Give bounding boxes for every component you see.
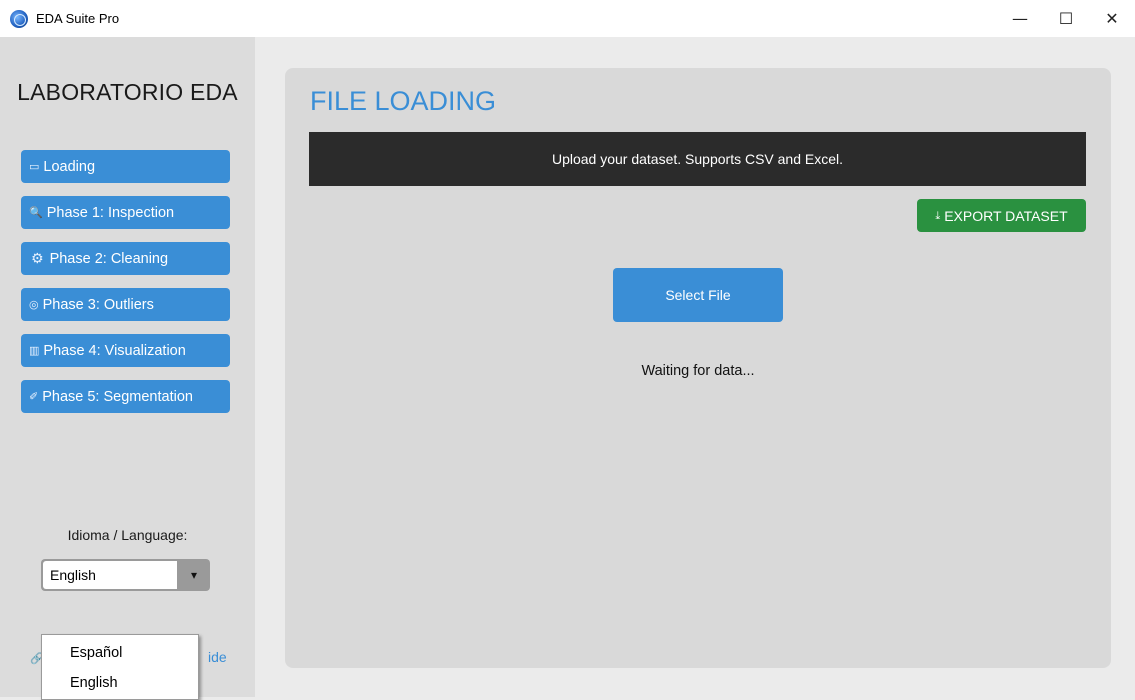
language-option-spanish[interactable]: Español (70, 645, 122, 661)
folder-icon: ▭ (29, 160, 40, 173)
info-banner-text: Upload your dataset. Supports CSV and Ex… (551, 151, 844, 167)
sidebar-item-label: Phase 5: Segmentation (42, 388, 193, 405)
syringe-icon: ✐ (29, 390, 39, 403)
language-option-english[interactable]: English (70, 675, 118, 691)
sidebar-item-label: Phase 4: Visualization (43, 342, 186, 359)
language-select[interactable]: English ▾ (41, 559, 210, 591)
app-globe-icon (10, 9, 28, 28)
status-text: Waiting for data... (641, 363, 755, 379)
chevron-down-icon[interactable]: ▾ (182, 565, 206, 585)
language-select-value: English (43, 561, 177, 589)
language-label: Idioma / Language: (67, 527, 188, 543)
sidebar-item-cleaning[interactable]: ⚙ Phase 2: Cleaning (21, 242, 230, 275)
select-file-button[interactable]: Select File (613, 268, 783, 322)
close-button[interactable]: ✕ (1089, 0, 1135, 37)
sidebar-item-label: Phase 3: Outliers (42, 296, 154, 313)
page-title: FILE LOADING (310, 86, 497, 116)
sidebar-item-visualization[interactable]: ▥ Phase 4: Visualization (21, 334, 230, 367)
window-controls: — ☐ ✕ (997, 0, 1135, 37)
sidebar-item-segmentation[interactable]: ✐ Phase 5: Segmentation (21, 380, 230, 413)
export-dataset-label: EXPORT DATASET (944, 207, 1068, 224)
bar-chart-icon: ▥ (29, 344, 40, 357)
magnifier-icon: 🔍 (29, 206, 43, 219)
main-panel: FILE LOADING Upload your dataset. Suppor… (285, 68, 1111, 668)
brain-icon: ◎ (29, 298, 39, 311)
download-icon: ⤓ (935, 208, 941, 222)
sidebar: LABORATORIO EDA ▭ Loading 🔍 Phase 1: Ins… (0, 37, 255, 700)
language-dropdown-menu: Español English (41, 634, 199, 700)
sidebar-item-outliers[interactable]: ◎ Phase 3: Outliers (21, 288, 230, 321)
sidebar-item-label: Phase 1: Inspection (46, 204, 175, 221)
window-titlebar: EDA Suite Pro — ☐ ✕ (0, 0, 1135, 37)
maximize-button[interactable]: ☐ (1043, 0, 1089, 37)
sidebar-item-inspection[interactable]: 🔍 Phase 1: Inspection (21, 196, 230, 229)
gear-icon: ⚙ (31, 250, 44, 267)
sidebar-item-label: Phase 2: Cleaning (49, 250, 169, 267)
minimize-button[interactable]: — (997, 0, 1043, 37)
info-banner: Upload your dataset. Supports CSV and Ex… (309, 132, 1086, 186)
export-dataset-button[interactable]: ⤓ EXPORT DATASET (917, 199, 1086, 232)
sidebar-item-loading[interactable]: ▭ Loading (21, 150, 230, 183)
sidebar-item-label: Loading (43, 158, 96, 175)
brand-title: LABORATORIO EDA (17, 79, 238, 105)
window-title: EDA Suite Pro (36, 11, 120, 26)
user-guide-link-text: ide (208, 649, 227, 665)
